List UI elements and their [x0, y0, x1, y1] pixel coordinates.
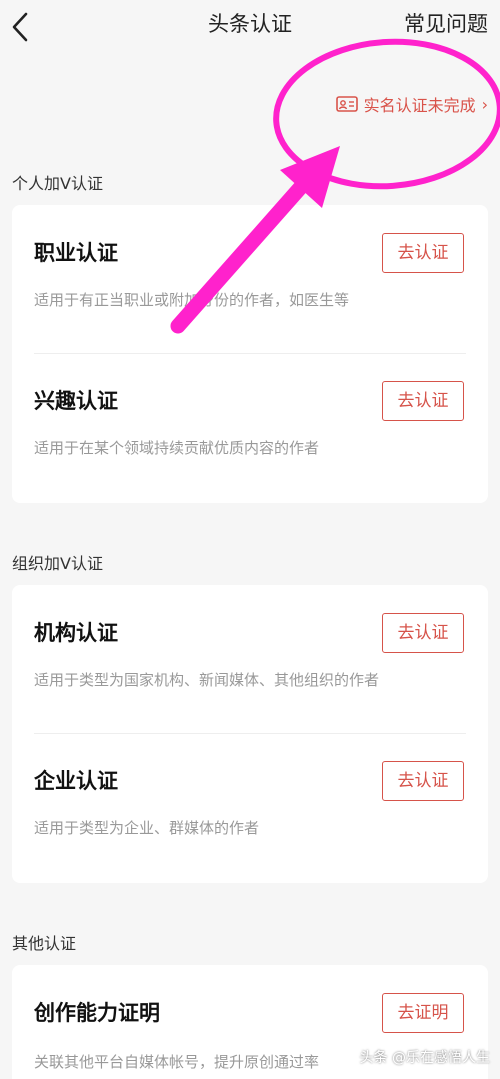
list-item: 职业认证 适用于有正当职业或附加身份的作者，如医生等 去认证 — [12, 205, 488, 353]
item-title: 创作能力证明 — [34, 1001, 160, 1025]
realname-status-label: 实名认证未完成 — [363, 96, 476, 115]
section-title-other: 其他认证 — [12, 934, 77, 953]
realname-status-link[interactable]: 实名认证未完成 › — [335, 92, 488, 116]
annotation-overlay — [170, 38, 500, 334]
watermark: 头条 @乐在感悟人生 — [359, 1050, 490, 1066]
item-title: 职业认证 — [34, 241, 118, 265]
section-title-organization: 组织加V认证 — [12, 554, 103, 573]
item-title: 机构认证 — [34, 621, 118, 645]
section-title-personal: 个人加V认证 — [12, 174, 103, 193]
item-title: 兴趣认证 — [34, 389, 118, 413]
chevron-right-icon: › — [481, 94, 488, 114]
personal-verification-card: 职业认证 适用于有正当职业或附加身份的作者，如医生等 去认证 兴趣认证 适用于在… — [12, 205, 488, 503]
item-desc: 适用于类型为国家机构、新闻媒体、其他组织的作者 — [34, 671, 380, 689]
top-bar: 头条认证 常见问题 — [0, 0, 500, 50]
apply-interest-button[interactable]: 去认证 — [382, 381, 464, 421]
item-title: 企业认证 — [34, 769, 118, 793]
apply-enterprise-button[interactable]: 去认证 — [382, 761, 464, 801]
annotation-arrow-head — [280, 146, 340, 208]
apply-institution-button[interactable]: 去认证 — [382, 613, 464, 653]
id-card-icon — [335, 96, 358, 112]
apply-professional-button[interactable]: 去认证 — [382, 233, 464, 273]
list-item: 机构认证 适用于类型为国家机构、新闻媒体、其他组织的作者 去认证 — [12, 585, 488, 733]
item-desc: 适用于类型为企业、群媒体的作者 — [34, 819, 260, 837]
item-desc: 关联其他平台自媒体帐号，提升原创通过率 — [34, 1053, 320, 1071]
apply-creation-ability-button[interactable]: 去证明 — [382, 993, 464, 1033]
list-item: 企业认证 适用于类型为企业、群媒体的作者 去认证 — [12, 733, 488, 881]
list-item: 兴趣认证 适用于在某个领域持续贡献优质内容的作者 去认证 — [12, 353, 488, 501]
faq-link[interactable]: 常见问题 — [404, 8, 488, 38]
organization-verification-card: 机构认证 适用于类型为国家机构、新闻媒体、其他组织的作者 去认证 企业认证 适用… — [12, 585, 488, 883]
item-desc: 适用于在某个领域持续贡献优质内容的作者 — [34, 439, 320, 457]
item-desc: 适用于有正当职业或附加身份的作者，如医生等 — [34, 291, 350, 309]
